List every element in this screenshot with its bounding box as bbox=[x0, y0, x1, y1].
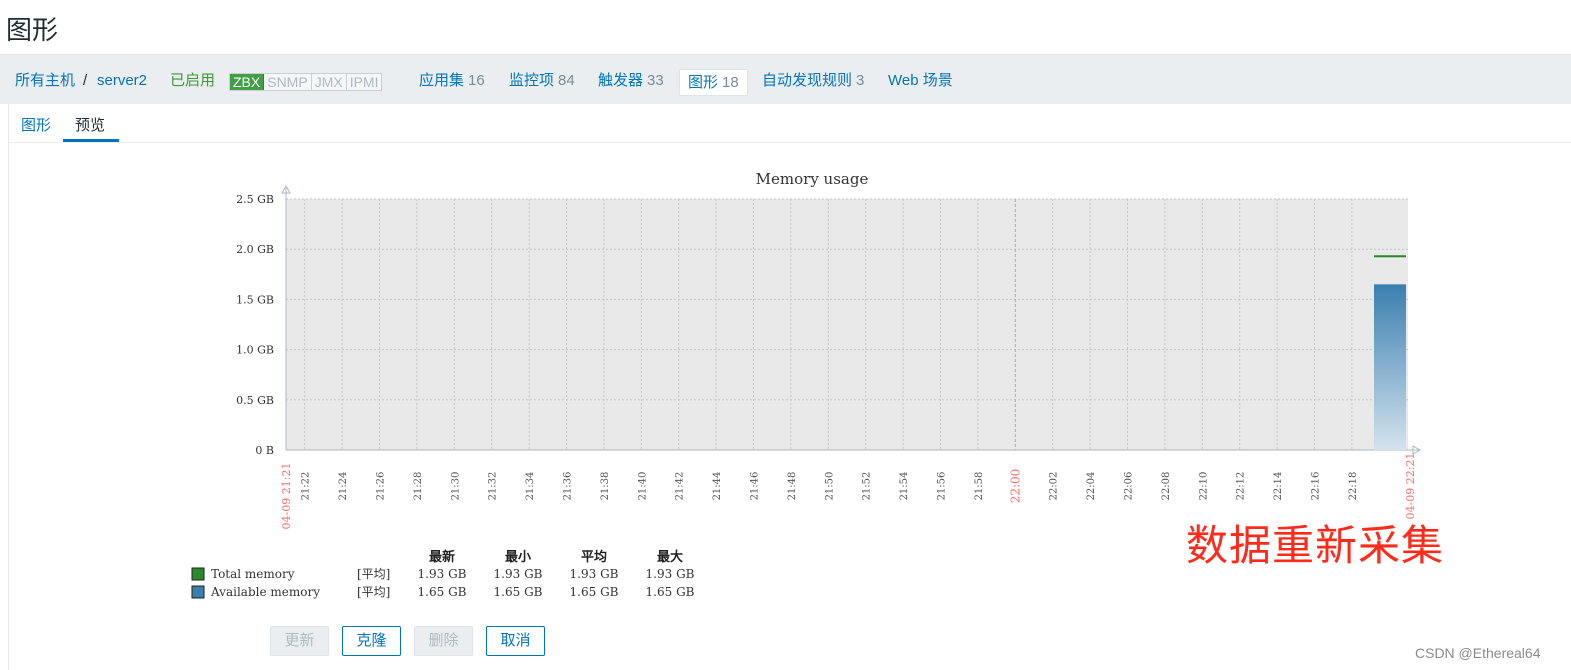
legend-function: [平均] bbox=[357, 585, 390, 599]
x-tick-label: 22:00 bbox=[1008, 469, 1022, 504]
x-tick-label: 21:50 bbox=[824, 472, 835, 501]
cancel-button[interactable]: 取消 bbox=[486, 626, 545, 656]
update-button[interactable]: 更新 bbox=[270, 626, 329, 656]
delete-button[interactable]: 删除 bbox=[414, 626, 473, 656]
legend-header: 最新 bbox=[429, 549, 455, 565]
x-tick-label: 22:02 bbox=[1049, 472, 1060, 501]
x-tick-label: 21:26 bbox=[376, 472, 387, 501]
y-tick-label: 0 B bbox=[255, 444, 274, 457]
x-tick-label: 21:30 bbox=[450, 472, 461, 501]
x-start-label: 04-09 21:21 bbox=[280, 463, 293, 530]
x-tick-label: 21:56 bbox=[937, 472, 948, 501]
legend-header: 最小 bbox=[505, 550, 531, 565]
x-tick-label: 22:04 bbox=[1086, 472, 1097, 501]
legend-value: 1.65 GB bbox=[418, 585, 467, 599]
legend-value: 1.65 GB bbox=[570, 585, 619, 599]
legend-swatch bbox=[191, 567, 205, 581]
x-tick-label: 21:54 bbox=[899, 472, 910, 501]
x-tick-label: 22:06 bbox=[1124, 472, 1135, 501]
legend-header: 最大 bbox=[657, 549, 683, 565]
x-tick-label: 21:58 bbox=[974, 472, 985, 501]
chart-legend: 最新 最小 平均 最大 Total memory [平均] 1.93 GB 1.93 GB 1.… bbox=[191, 549, 695, 599]
annotation-text: 数据重新采集 bbox=[1186, 522, 1445, 569]
chart-marks bbox=[1374, 255, 1406, 450]
y-tick-label: 2.5 GB bbox=[236, 193, 274, 206]
y-axis-ticks: 0 B 0.5 GB 1.0 GB 1.5 GB 2.0 GB 2.5 GB bbox=[236, 193, 274, 457]
legend-series-name: Available memory bbox=[210, 585, 320, 599]
x-tick-label: 22:08 bbox=[1161, 472, 1172, 501]
legend-series-name: Total memory bbox=[211, 567, 295, 581]
x-tick-label: 21:52 bbox=[862, 472, 873, 501]
legend-value: 1.93 GB bbox=[570, 567, 619, 581]
x-tick-label: 22:12 bbox=[1236, 472, 1247, 501]
x-tick-label: 21:44 bbox=[712, 472, 723, 501]
x-tick-label: 22:16 bbox=[1311, 472, 1322, 501]
x-end-label: 04-09 22:21 bbox=[1404, 453, 1417, 520]
legend-value: 1.93 GB bbox=[494, 567, 543, 581]
clone-button[interactable]: 克隆 bbox=[342, 626, 401, 656]
x-tick-label: 22:18 bbox=[1348, 472, 1359, 501]
y-tick-label: 2.0 GB bbox=[236, 243, 274, 256]
legend-value: 1.65 GB bbox=[494, 585, 543, 599]
legend-header: 平均 bbox=[581, 549, 607, 565]
x-tick-label: 21:22 bbox=[301, 472, 312, 501]
y-tick-label: 1.5 GB bbox=[236, 293, 274, 306]
legend-value: 1.65 GB bbox=[646, 585, 695, 599]
x-tick-label: 22:14 bbox=[1273, 472, 1284, 501]
x-tick-label: 21:38 bbox=[600, 472, 611, 501]
x-tick-label: 21:42 bbox=[675, 472, 686, 501]
watermark: CSDN @Ethereal64 bbox=[1415, 645, 1541, 661]
x-tick-label: 21:24 bbox=[338, 472, 349, 501]
available-memory-bar bbox=[1374, 284, 1406, 450]
legend-swatch bbox=[191, 585, 205, 599]
x-tick-label: 21:40 bbox=[637, 472, 648, 501]
x-tick-label: 21:36 bbox=[563, 472, 574, 501]
x-tick-label: 21:32 bbox=[488, 472, 499, 501]
x-tick-label: 21:48 bbox=[787, 472, 798, 501]
x-tick-label: 21:46 bbox=[750, 472, 761, 501]
y-tick-label: 0.5 GB bbox=[236, 394, 274, 407]
x-tick-label: 22:10 bbox=[1198, 472, 1209, 501]
y-tick-label: 1.0 GB bbox=[236, 344, 274, 357]
x-tick-label: 21:34 bbox=[525, 472, 536, 501]
legend-value: 1.93 GB bbox=[418, 567, 467, 581]
legend-function: [平均] bbox=[357, 567, 390, 581]
chart-title: Memory usage bbox=[756, 170, 869, 188]
legend-value: 1.93 GB bbox=[646, 567, 695, 581]
x-tick-label: 21:28 bbox=[413, 472, 424, 501]
